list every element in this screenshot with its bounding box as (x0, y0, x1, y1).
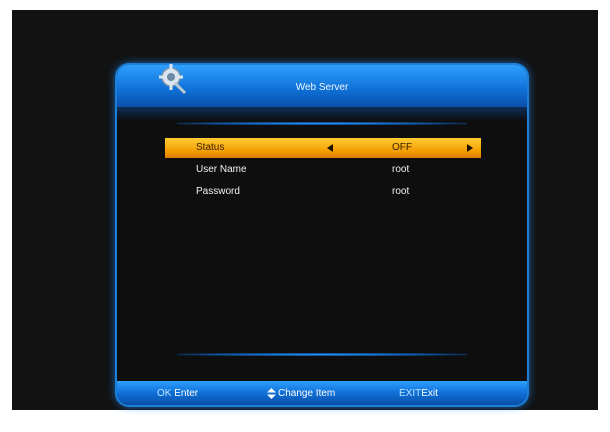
hint-ok: OK Enter (157, 388, 198, 399)
menu-item-value: root (392, 186, 410, 197)
ok-key: OK (157, 388, 172, 399)
menu-item-value: root (392, 164, 410, 175)
menu-item-label: Status (196, 142, 225, 153)
menu-item-user-name[interactable]: User Name root (165, 160, 481, 180)
dialog-header: Web Server (117, 64, 527, 107)
bottom-divider (177, 353, 467, 356)
tv-screen: Web Server Status OFF User Name root Pas… (12, 10, 598, 410)
web-server-dialog: Web Server Status OFF User Name root Pas… (117, 64, 527, 405)
hint-change-item: Change Item (267, 388, 335, 399)
header-bevel (117, 107, 527, 121)
exit-label: Exit (421, 388, 438, 399)
ok-label: Enter (174, 388, 199, 399)
menu-item-password[interactable]: Password root (165, 182, 481, 202)
menu-item-status[interactable]: Status OFF (165, 138, 481, 158)
menu-item-value: OFF (392, 142, 412, 153)
footer-bar: OK Enter Change Item EXITExit (117, 381, 527, 405)
arrow-right-icon[interactable] (467, 144, 473, 152)
up-down-arrows-icon (267, 388, 276, 399)
change-label: Change Item (278, 388, 336, 400)
exit-key: EXIT (399, 388, 422, 399)
menu-item-label: User Name (196, 164, 247, 175)
menu-item-label: Password (196, 186, 240, 197)
top-divider (177, 122, 467, 125)
dialog-title: Web Server (295, 82, 349, 93)
hint-exit: EXITExit (399, 388, 438, 399)
arrow-left-icon[interactable] (327, 144, 333, 152)
